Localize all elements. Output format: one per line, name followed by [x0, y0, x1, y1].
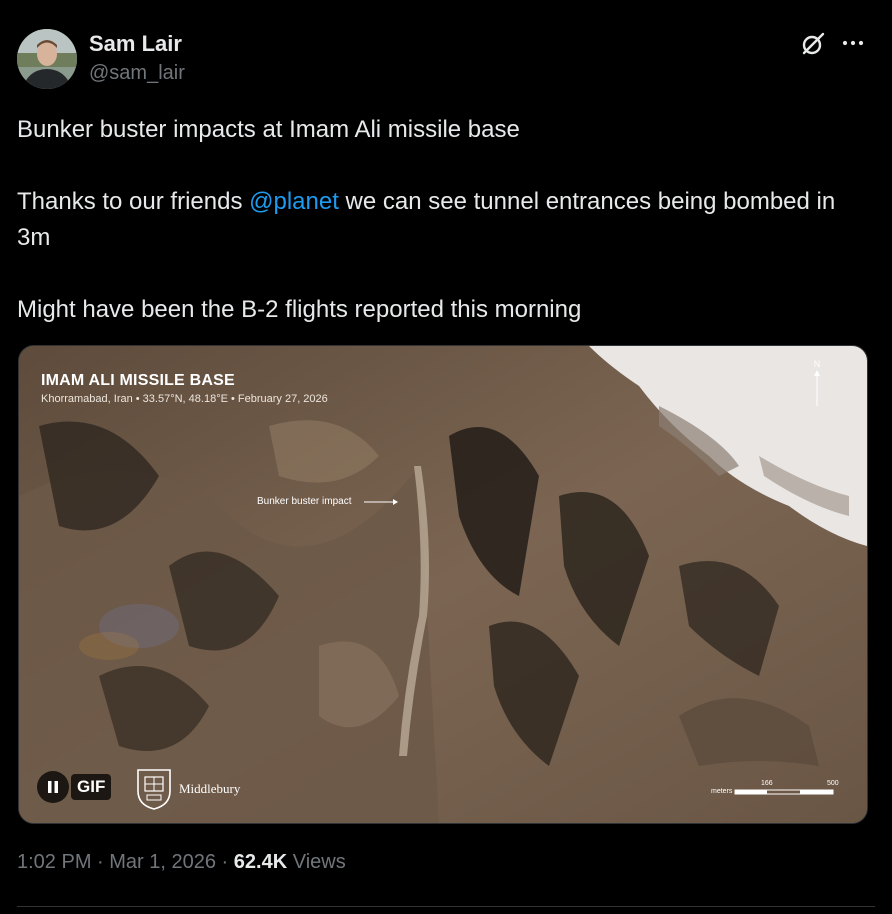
media-gif[interactable]: IMAM ALI MISSILE BASE Khorramabad, Iran … [18, 345, 868, 824]
avatar[interactable] [17, 29, 77, 89]
north-label: N [814, 359, 821, 369]
north-arrow-icon: N [814, 359, 821, 406]
views-label: Views [287, 851, 346, 873]
tweet-line-2-before: Thanks to our friends [17, 188, 250, 215]
tweet-time[interactable]: 1:02 PM [17, 851, 91, 873]
image-subtitle: Khorramabad, Iran • 33.57°N, 48.18°E • F… [41, 393, 328, 405]
image-title: IMAM ALI MISSILE BASE [41, 372, 235, 389]
meta-separator: · [91, 851, 110, 873]
impact-label: Bunker buster impact [257, 496, 352, 507]
impact-arrow-icon [364, 499, 398, 505]
grok-icon[interactable] [800, 31, 826, 57]
middlebury-label: Middlebury [179, 781, 241, 796]
middlebury-seal-icon [137, 769, 171, 810]
tweet-date[interactable]: Mar 1, 2026 [109, 851, 216, 873]
more-icon[interactable] [840, 30, 866, 56]
scale-bar: meters 166 500 [711, 780, 841, 800]
pause-button[interactable] [37, 771, 69, 803]
views-count: 62.4K [233, 851, 288, 873]
gif-badge: GIF [71, 774, 112, 800]
tweet-line-1: Bunker buster impacts at Imam Ali missil… [17, 116, 520, 143]
satellite-image [19, 346, 867, 823]
meta-separator: · [216, 851, 234, 873]
avatar-image [17, 29, 77, 89]
pause-icon [48, 781, 58, 793]
mention-link[interactable]: @planet [249, 188, 339, 215]
tweet-line-3: Might have been the B-2 flights reported… [17, 296, 582, 323]
scale-bar-graphic [734, 789, 834, 795]
tweet-line-2: Thanks to our friends @planet we can see… [17, 184, 857, 256]
tweet-meta: 1:02 PM · Mar 1, 2026 · 62.4K Views [17, 851, 346, 874]
tweet: Sam Lair @sam_lair Bunker buster impacts… [0, 0, 892, 914]
divider [17, 906, 875, 907]
author-name[interactable]: Sam Lair [89, 31, 182, 57]
gif-controls: GIF [37, 770, 112, 804]
author-handle[interactable]: @sam_lair [89, 62, 185, 85]
tweet-text: Bunker buster impacts at Imam Ali missil… [17, 112, 857, 328]
